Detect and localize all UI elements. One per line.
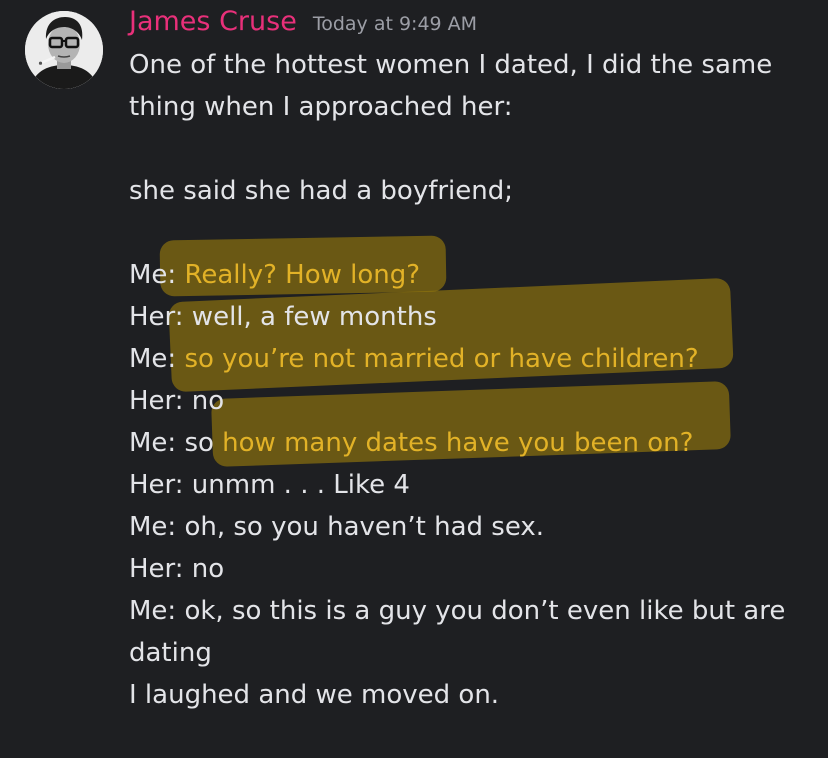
speaker-me: Me: so [129,428,223,458]
message-line: thing when I approached her: [129,92,513,122]
message-body: One of the hottest women I dated, I did … [129,44,809,716]
message-line: Her: unmm . . . Like 4 [129,470,410,500]
chat-message: James Cruse Today at 9:49 AM One of the … [0,0,828,758]
message-line: Me: so how many dates have you been on? [129,422,809,464]
message-line: she said she had a boyfriend; [129,176,514,206]
message-line: Me: Really? How long? [129,254,809,296]
message-line: dating [129,638,212,668]
speaker-me: Me: [129,260,185,290]
message-line: Me: oh, so you haven’t had sex. [129,512,545,542]
author-name[interactable]: James Cruse [129,6,297,37]
message-line: Her: well, a few months [129,302,437,332]
message-line: Me: ok, so this is a guy you don’t even … [129,596,786,626]
message-header: James Cruse Today at 9:49 AM [129,6,477,42]
highlighted-text: Really? How long? [184,260,421,290]
message-line: Her: no [129,386,225,416]
message-timestamp: Today at 9:49 AM [312,13,478,35]
user-avatar-photo-icon [25,11,103,89]
message-line: I laughed and we moved on. [129,680,500,710]
message-line: One of the hottest women I dated, I did … [129,50,773,80]
highlighted-text: so you’re not married or have children? [184,344,699,374]
highlighted-text: how many dates have you been on? [222,428,694,458]
message-line: Her: no [129,554,225,584]
user-avatar[interactable] [25,11,103,89]
speaker-me: Me: [129,344,185,374]
message-line: Me: so you’re not married or have childr… [129,338,809,380]
